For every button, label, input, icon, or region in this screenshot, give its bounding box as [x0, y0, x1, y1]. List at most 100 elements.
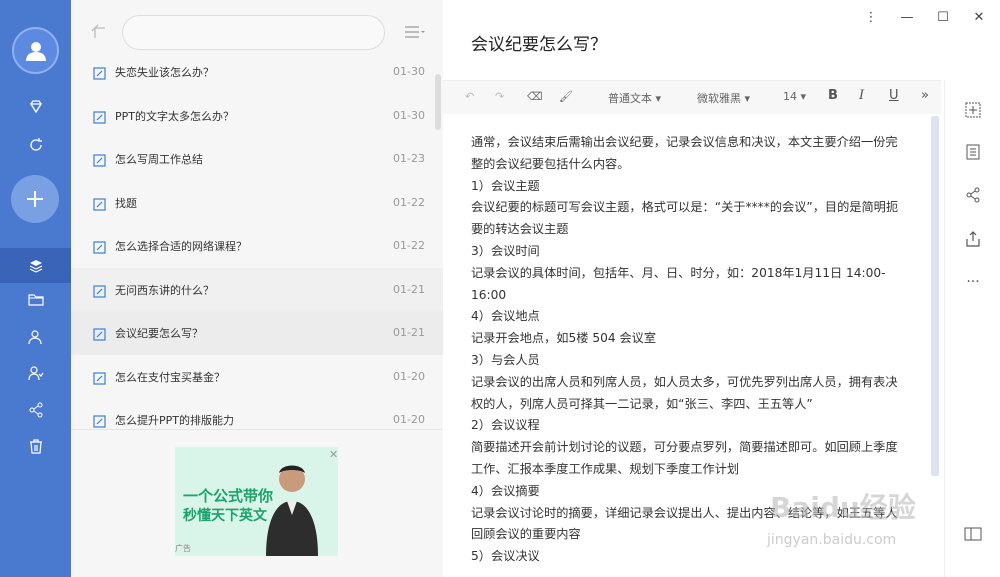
paragraph: 记录开会地点，如5楼 504 会议室	[471, 331, 657, 346]
format-painter-icon[interactable]: 🖌	[559, 90, 573, 103]
note-date: 01-22	[393, 195, 425, 209]
list-item[interactable]: 怎么写周工作总结 01-23	[71, 137, 443, 181]
list-item-selected[interactable]: 会议纪要怎么写？ 01-21	[71, 311, 443, 355]
list-item[interactable]: PPT的文字太多怎么办？ 01-30	[71, 94, 443, 138]
avatar[interactable]	[12, 27, 59, 74]
note-title: 怎么写周工作总结	[115, 153, 203, 166]
paragraph-style-select[interactable]: 普通文本 ▾	[608, 90, 661, 106]
presenter-image	[266, 465, 318, 556]
ad-close-icon[interactable]: ✕	[329, 448, 338, 461]
folder-icon[interactable]	[0, 285, 71, 315]
group-icon[interactable]	[0, 358, 71, 388]
note-title: 会议纪要怎么写？	[115, 327, 203, 340]
plus-icon	[27, 191, 43, 207]
paragraph: 4）会议地点	[471, 309, 540, 324]
list-item[interactable]: 怎么在支付宝买基金？ 01-20	[71, 355, 443, 399]
note-list: 失恋失业该怎么办？ 01-30 PPT的文字太多怎么办？ 01-30 怎么写周工作总…	[71, 50, 443, 442]
ad-banner[interactable]: 一个公式带你 秒懂天下英文 广告	[175, 447, 338, 556]
italic-button[interactable]: I	[859, 88, 864, 103]
note-date: 01-30	[393, 65, 425, 78]
watermark: Baidu经验	[770, 491, 916, 524]
search-input[interactable]	[122, 15, 385, 50]
export-icon[interactable]	[963, 229, 983, 249]
format-toolbar: ↶ ↷ ⌫ 🖌 普通文本 ▾ 微软雅黑 ▾ 14 ▾ B I U »	[443, 80, 941, 114]
note-edit-icon	[93, 109, 106, 128]
paragraph: 3）与会人员	[471, 352, 540, 367]
watermark-url: jingyan.baidu.com	[767, 532, 897, 548]
user-icon	[25, 41, 46, 61]
note-edit-icon	[93, 326, 106, 345]
note-title: 怎么在支付宝买基金？	[115, 370, 225, 384]
paragraph: 记录会议的具体时间，包括年、月、日、时分，如：2018年1月11日 14:00-…	[471, 265, 886, 302]
divider	[71, 429, 443, 430]
trash-icon[interactable]	[0, 431, 71, 461]
note-edit-icon	[93, 370, 106, 389]
close-icon[interactable]: ✕	[972, 10, 986, 25]
list-item[interactable]: 怎么选择合适的网络课程？ 01-22	[71, 224, 443, 268]
more-tools-button[interactable]: »	[921, 88, 929, 103]
split-view-icon[interactable]	[963, 524, 983, 544]
add-note-button[interactable]	[11, 175, 59, 223]
list-item[interactable]: 无问西东讲的什么？ 01-21	[71, 267, 443, 311]
ad-line-2: 秒懂天下英文	[183, 508, 267, 524]
note-title: 失恋失业该怎么办？	[115, 66, 214, 79]
minimize-icon[interactable]: —	[900, 10, 914, 25]
editor-panel: ⋮ — ☐ ✕ 会议纪要怎么写？ ↶ ↷ ⌫ 🖌 普通文本 ▾ 微软雅黑 ▾ 1…	[443, 0, 1000, 577]
font-family-select[interactable]: 微软雅黑 ▾	[697, 90, 750, 106]
layers-icon	[29, 259, 42, 273]
list-scrollbar[interactable]	[435, 74, 441, 130]
note-date: 01-20	[393, 413, 425, 426]
ad-line-1: 一个公式带你	[183, 487, 274, 505]
paragraph: 记录会议的出席人员和列席人员，如人员太多，可优先罗列出席人员，拥有表决权的人，列…	[471, 374, 898, 411]
note-title: 找题	[115, 196, 137, 210]
note-title: PPT的文字太多怎么办？	[115, 109, 234, 123]
share-icon[interactable]	[0, 395, 71, 425]
paragraph: 3）会议时间	[471, 243, 540, 258]
eraser-icon[interactable]: ⌫	[527, 90, 543, 103]
contacts-icon[interactable]	[0, 322, 71, 352]
note-date: 01-21	[393, 326, 425, 339]
note-date: 01-23	[393, 152, 425, 165]
underline-button[interactable]: U	[889, 88, 899, 103]
note-edit-icon	[93, 239, 106, 258]
more-icon[interactable]: ···	[963, 272, 983, 292]
undo-icon[interactable]: ↶	[465, 90, 474, 103]
list-item[interactable]: 怎么提升PPT的排版能力 01-20	[71, 398, 443, 442]
page-title[interactable]: 会议纪要怎么写？	[471, 30, 607, 55]
note-edit-icon	[93, 152, 106, 171]
right-toolbar: ···	[944, 80, 1000, 577]
editor-scrollbar[interactable]	[931, 116, 939, 476]
note-title: 怎么提升PPT的排版能力	[115, 414, 234, 427]
note-edit-icon	[93, 65, 106, 84]
list-item[interactable]: 失恋失业该怎么办？ 01-30	[71, 50, 443, 94]
note-date: 01-21	[393, 282, 425, 296]
note-list-panel: 失恋失业该怎么办？ 01-30 PPT的文字太多怎么办？ 01-30 怎么写周工作总…	[71, 0, 443, 577]
paragraph: 会议纪要的标题可写会议主题，格式可以是：“关于****的会议”，目的是简明扼要的…	[471, 200, 899, 237]
diamond-icon[interactable]	[0, 92, 71, 122]
note-date: 01-20	[393, 369, 425, 383]
paragraph: 1）会议主题	[471, 178, 540, 193]
sync-icon[interactable]	[0, 130, 71, 160]
paragraph: 通常，会议结束后需输出会议纪要，记录会议信息和决议，本文主要介绍一份完整的会议纪…	[471, 135, 898, 171]
note-title: 无问西东讲的什么？	[115, 283, 214, 297]
note-date: 01-22	[393, 239, 425, 252]
maximize-icon[interactable]: ☐	[936, 10, 950, 25]
share-icon[interactable]	[963, 185, 983, 205]
paragraph: 2）会议议程	[471, 418, 540, 433]
bold-button[interactable]: B	[828, 88, 838, 103]
note-edit-icon	[93, 196, 106, 215]
window-controls: ⋮ — ☐ ✕	[864, 10, 986, 25]
rail-item-notes[interactable]	[0, 248, 71, 283]
font-size-select[interactable]: 14 ▾	[783, 90, 806, 103]
note-date: 01-30	[393, 108, 425, 122]
left-rail	[0, 0, 71, 577]
document-outline-icon[interactable]	[963, 142, 983, 162]
insert-icon[interactable]	[963, 100, 983, 120]
more-options-icon[interactable]: ⋮	[864, 10, 878, 25]
list-item[interactable]: 找题 01-22	[71, 181, 443, 225]
paragraph: 简要描述开会前计划讨论的议题，可分要点罗列，简要描述即可。如回顾上季度工作、汇报…	[471, 440, 898, 476]
back-icon[interactable]	[91, 24, 107, 44]
note-edit-icon	[93, 283, 106, 302]
redo-icon[interactable]: ↷	[495, 90, 504, 103]
sort-menu-icon[interactable]	[404, 24, 426, 43]
